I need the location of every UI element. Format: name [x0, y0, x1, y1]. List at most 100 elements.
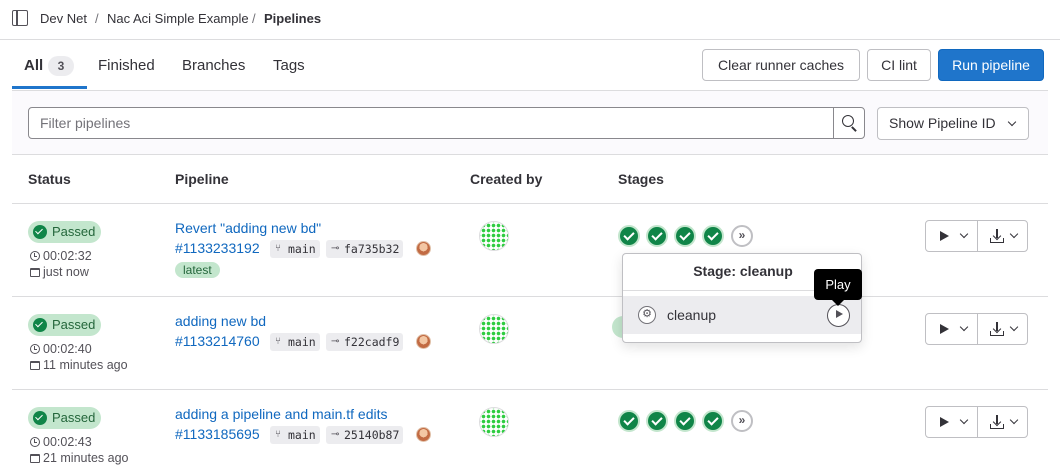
tab-all[interactable]: All [24, 57, 43, 74]
stage-success-icon[interactable] [674, 225, 696, 247]
stage-skipped-icon[interactable]: » [731, 225, 753, 247]
duration-text: 00:02:43 [43, 435, 92, 449]
top-bar: Dev Net / Nac Aci Simple Example / Pipel… [0, 0, 1060, 40]
commit-icon: ⊸ [331, 243, 340, 254]
calendar-icon [30, 268, 40, 277]
breadcrumb-separator: / [252, 11, 256, 26]
status-badge[interactable]: Passed [28, 314, 101, 336]
branch-icon: ⑂ [275, 336, 281, 347]
show-pipeline-id-dropdown[interactable]: Show Pipeline ID [877, 107, 1029, 140]
column-header-status: Status [28, 171, 71, 187]
stage-success-icon[interactable] [702, 225, 724, 247]
breadcrumb-current: Pipelines [264, 11, 322, 26]
commit-author-avatar[interactable] [416, 241, 431, 256]
creator-avatar[interactable] [479, 221, 509, 251]
commit-author-avatar[interactable] [416, 334, 431, 349]
active-tab-indicator [12, 86, 87, 89]
pipeline-duration: 00:02:32 [30, 249, 92, 263]
pipeline-id-link[interactable]: #1133185695 [175, 426, 260, 442]
stage-job-item[interactable]: ⚙ cleanup [623, 296, 861, 334]
pipeline-finished: just now [30, 265, 89, 279]
duration-text: 00:02:32 [43, 249, 92, 263]
pipeline-duration: 00:02:43 [30, 435, 92, 449]
branch-name: main [288, 242, 316, 256]
stage-success-icon[interactable] [618, 410, 640, 432]
row-divider [12, 296, 1048, 297]
finished-text: 11 minutes ago [43, 358, 128, 372]
branch-ref[interactable]: ⑂ main [270, 426, 320, 444]
duration-text: 00:02:40 [43, 342, 92, 356]
search-icon [842, 115, 854, 127]
stage-success-icon[interactable] [618, 225, 640, 247]
stage-success-icon[interactable] [646, 410, 668, 432]
play-job-button[interactable] [827, 304, 850, 327]
status-badge[interactable]: Passed [28, 407, 101, 429]
tab-all-count: 3 [48, 56, 74, 76]
chevron-down-icon [1007, 117, 1017, 127]
commit-title-link[interactable]: adding a pipeline and main.tf edits [175, 406, 387, 422]
breadcrumb-project[interactable]: Nac Aci Simple Example [107, 11, 249, 26]
commit-sha-text: fa735b32 [344, 242, 400, 256]
commit-icon: ⊸ [331, 336, 340, 347]
sidebar-toggle-icon[interactable] [12, 10, 28, 26]
row-divider [12, 389, 1048, 390]
branch-ref[interactable]: ⑂ main [270, 333, 320, 351]
commit-title-link[interactable]: Revert "adding new bd" [175, 220, 321, 236]
download-artifacts-dropdown[interactable] [977, 406, 1028, 438]
commit-author-avatar[interactable] [416, 427, 431, 442]
manual-jobs-dropdown[interactable] [925, 313, 978, 345]
pipeline-actions [925, 220, 1028, 252]
commit-sha-text: 25140b87 [344, 428, 400, 442]
commit-sha[interactable]: ⊸ f22cadf9 [326, 333, 404, 351]
creator-avatar[interactable] [479, 407, 509, 437]
stage-success-icon[interactable] [674, 410, 696, 432]
status-badge-label: Passed [52, 224, 96, 239]
gear-icon: ⚙ [638, 306, 656, 324]
manual-jobs-dropdown[interactable] [925, 220, 978, 252]
chevron-down-icon [959, 322, 969, 332]
stage-success-icon[interactable] [646, 225, 668, 247]
column-header-created-by: Created by [470, 171, 543, 187]
clock-icon [30, 437, 40, 447]
stage-skipped-icon[interactable]: » [731, 410, 753, 432]
filter-bar: Filter pipelines Show Pipeline ID [12, 90, 1048, 155]
pipeline-finished: 21 minutes ago [30, 451, 128, 465]
column-header-pipeline: Pipeline [175, 171, 229, 187]
branch-icon: ⑂ [275, 243, 281, 254]
show-pipeline-id-label: Show Pipeline ID [889, 115, 996, 131]
status-badge[interactable]: Passed [28, 221, 101, 243]
tab-branches[interactable]: Branches [182, 57, 245, 74]
status-badge-label: Passed [52, 410, 96, 425]
download-artifacts-dropdown[interactable] [977, 313, 1028, 345]
download-artifacts-dropdown[interactable] [977, 220, 1028, 252]
commit-sha[interactable]: ⊸ fa735b32 [326, 240, 404, 258]
commit-sha-text: f22cadf9 [344, 335, 400, 349]
play-icon [940, 417, 949, 427]
status-success-icon [33, 411, 47, 425]
branch-ref[interactable]: ⑂ main [270, 240, 320, 258]
clock-icon [30, 251, 40, 261]
search-button[interactable] [833, 107, 865, 139]
download-icon [990, 322, 1004, 336]
commit-title-link[interactable]: adding new bd [175, 313, 266, 329]
commit-sha[interactable]: ⊸ 25140b87 [326, 426, 404, 444]
pipeline-id-link[interactable]: #1133214760 [175, 333, 260, 349]
pipeline-id-link[interactable]: #1133233192 [175, 240, 260, 256]
creator-avatar[interactable] [479, 314, 509, 344]
clear-runner-caches-button[interactable]: Clear runner caches [702, 49, 860, 81]
clock-icon [30, 344, 40, 354]
manual-jobs-dropdown[interactable] [925, 406, 978, 438]
tab-tags[interactable]: Tags [273, 57, 305, 74]
play-tooltip: Play [814, 269, 862, 306]
tab-finished[interactable]: Finished [98, 57, 155, 74]
run-pipeline-button[interactable]: Run pipeline [938, 49, 1044, 81]
chevron-down-icon [959, 229, 969, 239]
pipeline-duration: 00:02:40 [30, 342, 92, 356]
play-icon [940, 324, 949, 334]
stage-success-icon[interactable] [702, 410, 724, 432]
filter-pipelines-input[interactable]: Filter pipelines [28, 107, 834, 139]
pipeline-finished: 11 minutes ago [30, 358, 128, 372]
play-icon [940, 231, 949, 241]
ci-lint-button[interactable]: CI lint [867, 49, 931, 81]
breadcrumb-group[interactable]: Dev Net [40, 11, 87, 26]
